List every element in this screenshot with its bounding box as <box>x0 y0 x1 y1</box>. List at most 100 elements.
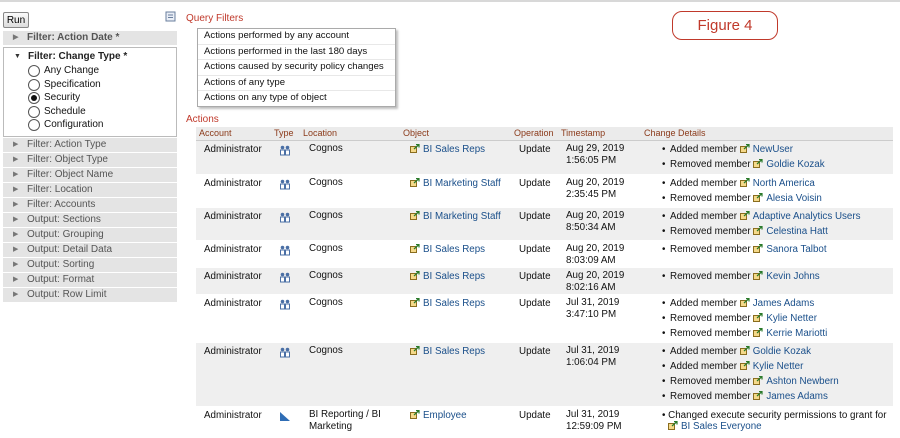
table-row: Administrator Cognos BI Sales Reps Update Ju… <box>196 295 893 343</box>
radio-button[interactable] <box>28 105 40 118</box>
filter-sections: ▶ Filter: Action Type ▶ Filter: Object Type… <box>3 137 177 303</box>
member-link[interactable]: Kylie Netter <box>753 313 817 324</box>
query-filter-item[interactable]: Actions caused by security policy change… <box>198 60 395 76</box>
collapsed-arrow-icon: ▶ <box>13 260 19 268</box>
location-cell: Cognos <box>309 270 343 281</box>
filter-section-item[interactable]: ▶ Filter: Action Type <box>3 137 177 153</box>
object-link-icon <box>739 144 750 153</box>
member-link[interactable]: Ashton Newbern <box>753 376 839 387</box>
object-link-icon <box>753 159 763 168</box>
object-link[interactable]: BI Sales Reps <box>410 243 485 257</box>
collapsed-arrow-icon: ▶ <box>13 290 19 298</box>
query-filter-item[interactable]: Actions of any type <box>198 76 395 91</box>
column-header-object[interactable]: Object <box>403 127 429 140</box>
object-link-icon <box>753 193 763 202</box>
group-icon <box>280 179 290 190</box>
change-action: Added member <box>670 361 737 372</box>
object-link-icon <box>410 346 420 355</box>
bullet: • <box>662 178 666 189</box>
member-link[interactable]: James Adams <box>753 391 828 402</box>
member-link[interactable]: Sanora Talbot <box>753 244 827 255</box>
column-header-type[interactable]: Type <box>274 127 294 140</box>
radio-button[interactable] <box>28 92 40 104</box>
run-button[interactable]: Run <box>3 12 29 28</box>
filter-action-date[interactable]: ▶ Filter: Action Date * <box>3 31 177 46</box>
radio-button[interactable] <box>28 65 40 77</box>
column-header-timestamp[interactable]: Timestamp <box>561 127 605 140</box>
object-link-icon <box>410 211 420 220</box>
column-header-operation[interactable]: Operation <box>514 127 554 140</box>
bullet: • <box>662 159 666 170</box>
timestamp-cell: Jul 31, 2019 3:47:10 PM <box>566 297 619 321</box>
filter-change-type-header[interactable]: ▼ Filter: Change Type * <box>4 49 176 64</box>
radio-option[interactable]: Schedule <box>4 105 176 119</box>
radio-option[interactable]: Security <box>4 91 176 105</box>
filter-section-label: Output: Detail Data <box>27 243 113 255</box>
operation-cell: Update <box>519 244 551 255</box>
radio-button[interactable] <box>28 119 40 131</box>
member-link[interactable]: Kylie Netter <box>739 361 803 372</box>
radio-option[interactable]: Any Change <box>4 64 176 78</box>
collapsed-arrow-icon: ▶ <box>13 200 19 208</box>
object-link[interactable]: BI Marketing Staff <box>410 210 501 224</box>
group-icon <box>280 145 290 156</box>
object-link-icon <box>739 298 750 307</box>
bullet: • <box>662 346 666 357</box>
member-link[interactable]: James Adams <box>739 298 814 309</box>
member-name: NewUser <box>752 144 794 155</box>
object-link[interactable]: Employee <box>410 409 467 423</box>
change-action: Changed execute security permissions to … <box>668 410 887 421</box>
collapsed-arrow-icon: ▶ <box>13 155 19 163</box>
radio-option[interactable]: Configuration <box>4 118 176 132</box>
query-filter-item[interactable]: Actions performed by any account <box>198 29 395 45</box>
bullet: • <box>662 244 666 255</box>
change-details-cell: • Added member Adaptive Analytics Users • R… <box>662 209 892 239</box>
radio-option[interactable]: Specification <box>4 78 176 92</box>
bullet: • <box>662 226 666 237</box>
location-cell: BI Reporting / BI Marketing <box>309 409 381 432</box>
change-action: Added member <box>670 144 737 155</box>
filter-section-item[interactable]: ▶ Filter: Accounts <box>3 197 177 213</box>
change-details-cell: • Removed member Sanora Talbot <box>662 242 892 257</box>
object-link-icon <box>753 313 763 322</box>
column-header-change-details[interactable]: Change Details <box>644 127 706 140</box>
filter-section-item[interactable]: ▶ Filter: Object Type <box>3 152 177 168</box>
member-link[interactable]: North America <box>739 178 815 189</box>
filter-section-item[interactable]: ▶ Output: Detail Data <box>3 242 177 258</box>
timestamp-cell: Aug 20, 2019 2:35:45 PM <box>566 177 624 201</box>
query-filter-item[interactable]: Actions performed in the last 180 days <box>198 45 395 60</box>
object-link-icon <box>753 391 763 400</box>
member-link[interactable]: NewUser <box>739 144 794 155</box>
member-link[interactable]: Kevin Johns <box>753 271 820 282</box>
member-link[interactable]: Alesia Voisin <box>753 193 822 204</box>
table-row: Administrator BI Reporting / BI Marketing… <box>196 407 893 438</box>
radio-button[interactable] <box>28 78 40 91</box>
filter-section-item[interactable]: ▶ Output: Grouping <box>3 227 177 243</box>
filter-section-item[interactable]: ▶ Output: Sorting <box>3 257 177 273</box>
member-link[interactable]: Goldie Kozak <box>753 159 825 170</box>
filter-section-item[interactable]: ▶ Output: Sections <box>3 212 177 228</box>
filter-section-item[interactable]: ▶ Filter: Object Name <box>3 167 177 183</box>
member-link[interactable]: Celestina Hatt <box>753 226 828 237</box>
filter-section-item[interactable]: ▶ Output: Format <box>3 272 177 288</box>
object-link[interactable]: BI Marketing Staff <box>410 177 501 191</box>
object-link[interactable]: BI Sales Reps <box>410 345 485 359</box>
operation-cell: Update <box>519 178 551 189</box>
column-header-account[interactable]: Account <box>199 127 232 140</box>
filter-section-item[interactable]: ▶ Filter: Location <box>3 182 177 198</box>
timestamp-date: Aug 20, 2019 <box>566 243 625 254</box>
operation-cell: Update <box>519 211 551 222</box>
object-link[interactable]: BI Sales Reps <box>410 270 485 284</box>
bullet: • <box>662 271 666 282</box>
query-filter-item[interactable]: Actions on any type of object <box>198 91 395 106</box>
object-link[interactable]: BI Sales Reps <box>410 143 485 157</box>
member-link[interactable]: BI Sales Everyone <box>662 421 762 432</box>
member-link[interactable]: Goldie Kozak <box>739 346 811 357</box>
object-link-icon <box>410 144 420 153</box>
column-header-location[interactable]: Location <box>303 127 337 140</box>
member-link[interactable]: Kerrie Mariotti <box>753 328 827 339</box>
filter-section-item[interactable]: ▶ Output: Row Limit <box>3 287 177 303</box>
member-link[interactable]: Adaptive Analytics Users <box>739 211 861 222</box>
collapsed-arrow-icon: ▶ <box>13 215 19 223</box>
object-link[interactable]: BI Sales Reps <box>410 297 485 311</box>
